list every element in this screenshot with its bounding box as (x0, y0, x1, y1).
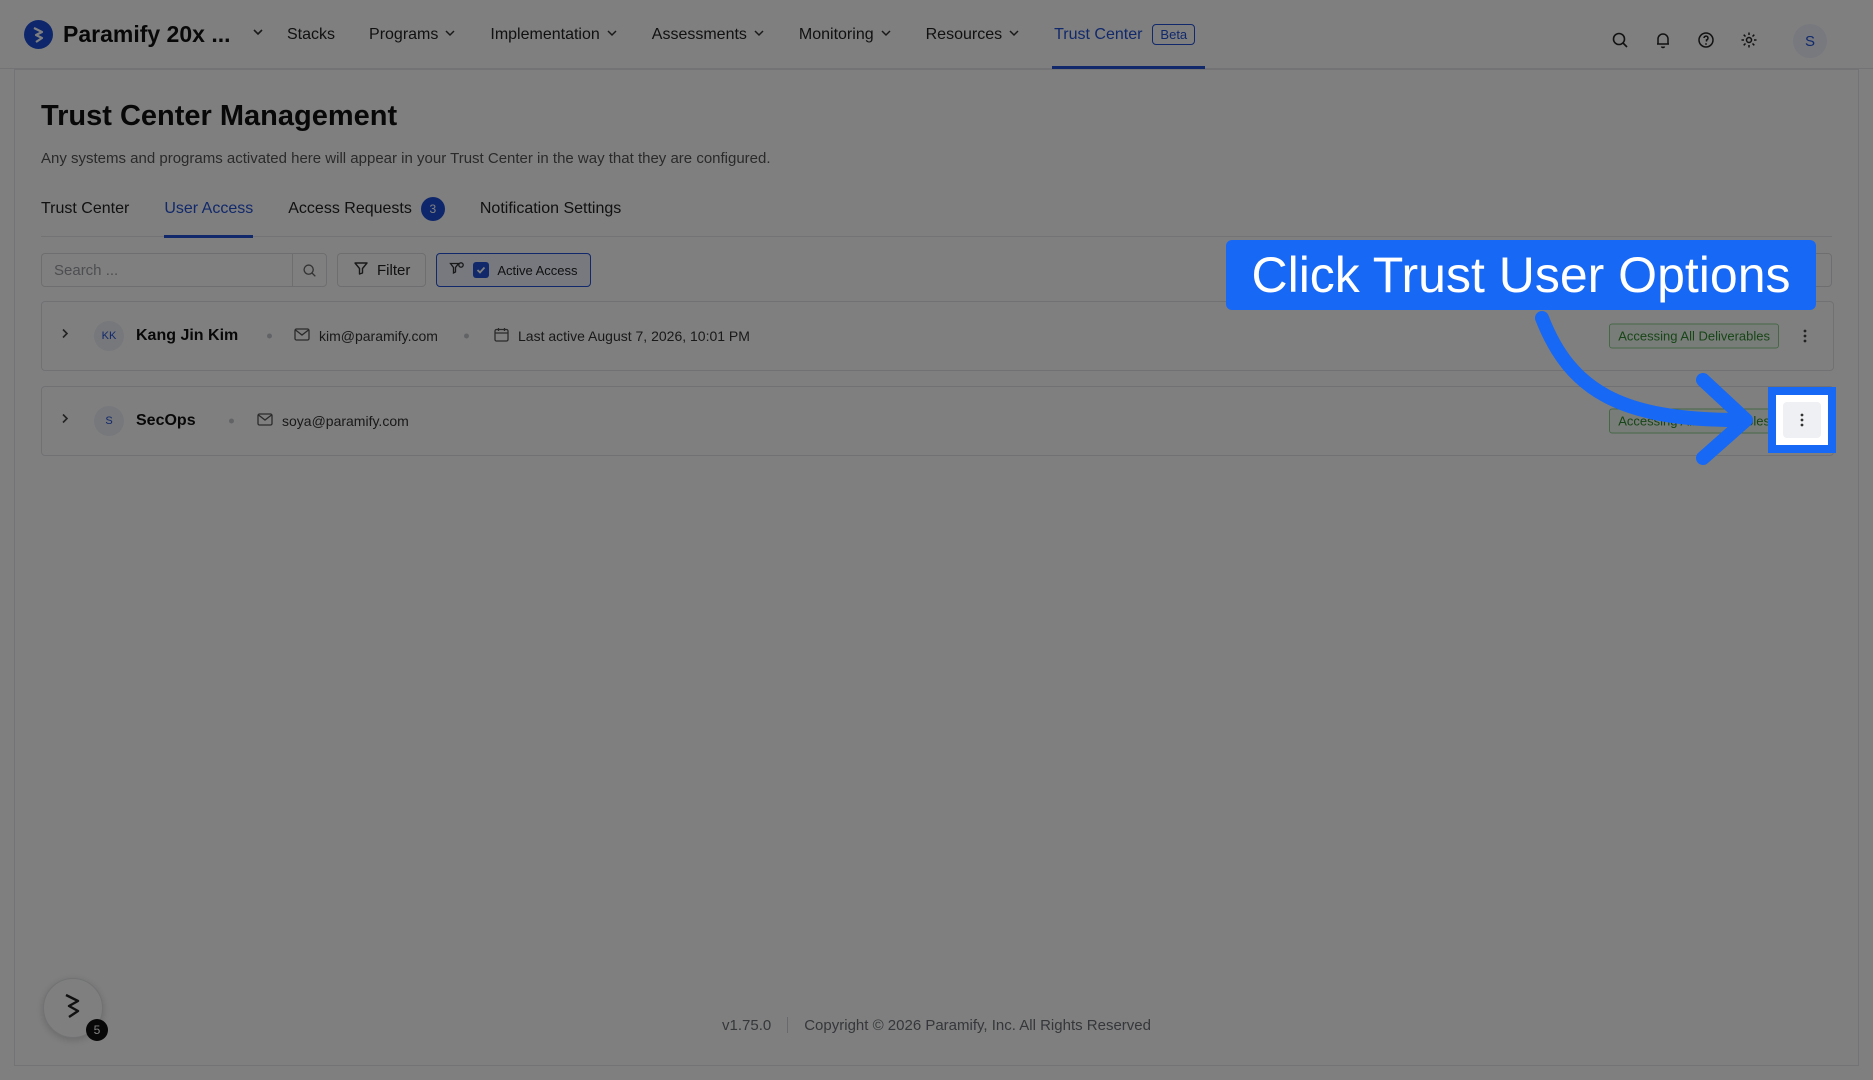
search-box (41, 253, 327, 287)
user-email: kim@paramify.com (294, 328, 438, 344)
chevron-down-icon (444, 26, 456, 44)
user-avatar[interactable]: S (1793, 24, 1827, 58)
page-content: Trust Center Management Any systems and … (14, 69, 1859, 1066)
last-active-text: Last active August 7, 2026, 10:01 PM (518, 328, 750, 344)
nav-programs[interactable]: Programs (369, 0, 456, 69)
last-active: Last active August 7, 2026, 10:01 PM (494, 327, 750, 345)
status-badge: Accessing All Deliverables (1609, 408, 1779, 434)
nav-resources[interactable]: Resources (926, 0, 1020, 69)
tab-label: Trust Center (41, 200, 130, 217)
request-count-badge: 3 (420, 197, 445, 221)
mail-icon (257, 413, 273, 429)
assistant-launcher[interactable]: 5 (43, 978, 108, 1041)
user-row[interactable]: S SecOps soya@paramify.com Accessing All… (41, 386, 1834, 456)
tab-user-access[interactable]: User Access (164, 200, 254, 238)
tab-label: Notification Settings (479, 200, 622, 217)
beta-badge: Beta (1152, 24, 1196, 45)
top-navigation: Paramify 20x ... Stacks Programs Impleme… (0, 0, 1873, 69)
nav-label: Monitoring (798, 25, 874, 43)
workspace-name: Paramify 20x ... (63, 21, 231, 47)
chevron-down-icon (753, 26, 765, 44)
tab-label: User Access (164, 200, 254, 217)
copyright: Copyright © 2026 Paramify, Inc. All Righ… (804, 1017, 1151, 1034)
separator-dot (229, 418, 234, 424)
nav-assessments[interactable]: Assessments (652, 0, 765, 69)
nav-label: Programs (369, 25, 439, 43)
paramify-logo-icon (62, 992, 84, 1025)
user-email: soya@paramify.com (257, 413, 409, 429)
nav-label: Implementation (490, 25, 600, 43)
tab-trust-center[interactable]: Trust Center (41, 200, 129, 237)
tutorial-callout: Click Trust User Options (1226, 240, 1816, 310)
tab-notification-settings[interactable]: Notification Settings (480, 200, 621, 237)
help-icon[interactable] (1695, 29, 1717, 51)
bell-icon[interactable] (1652, 29, 1674, 51)
nav-label: Assessments (651, 25, 747, 43)
chevron-down-icon (606, 26, 618, 44)
app-version: v1.75.0 (722, 1017, 772, 1034)
gear-icon[interactable] (1738, 29, 1760, 51)
active-access-checkbox[interactable] (473, 262, 490, 278)
page-subtitle: Any systems and programs activated here … (41, 150, 771, 167)
chevron-down-icon (1008, 26, 1020, 44)
search-icon[interactable] (292, 254, 326, 286)
filter-icon (353, 260, 369, 280)
user-row[interactable]: KK Kang Jin Kim kim@paramify.com Last ac… (41, 301, 1834, 371)
filter-button[interactable]: Filter (337, 253, 427, 287)
user-options-button[interactable] (1791, 322, 1819, 350)
workspace-switcher[interactable]: Paramify 20x ... (24, 20, 265, 49)
chevron-right-icon[interactable] (58, 327, 72, 346)
filter-label: Filter (377, 261, 411, 279)
nav-label: Stacks (287, 25, 336, 43)
nav-monitoring[interactable]: Monitoring (799, 0, 892, 69)
active-access-filter[interactable]: Active Access (436, 253, 591, 287)
notification-count-badge: 5 (86, 1019, 108, 1041)
separator-dot (267, 333, 272, 339)
filter-preset-icon (449, 261, 465, 280)
tab-bar: Trust Center User Access Access Requests… (41, 197, 1832, 238)
main-nav: Stacks Programs Implementation Assessmen… (287, 0, 1229, 69)
user-name: SecOps (136, 412, 196, 429)
more-vertical-icon (1783, 402, 1821, 438)
footer-divider (787, 1017, 789, 1033)
tab-access-requests[interactable]: Access Requests 3 (288, 197, 445, 237)
chevron-down-icon (251, 25, 265, 44)
nav-trust-center[interactable]: Trust Center Beta (1052, 0, 1206, 69)
user-name: Kang Jin Kim (136, 327, 239, 344)
nav-actions: S (1609, 22, 1827, 58)
highlighted-user-options-button[interactable] (1768, 387, 1836, 453)
nav-label: Trust Center (1054, 25, 1143, 43)
nav-stacks[interactable]: Stacks (287, 0, 335, 69)
page-footer: v1.75.0 Copyright © 2026 Paramify, Inc. … (15, 1017, 1858, 1034)
active-access-label: Active Access (497, 262, 578, 278)
nav-label: Resources (925, 25, 1003, 43)
mail-icon (294, 328, 310, 344)
user-avatar: KK (94, 321, 124, 351)
search-icon[interactable] (1609, 29, 1631, 51)
separator-dot (464, 333, 469, 339)
calendar-icon (494, 327, 509, 345)
email-text: kim@paramify.com (319, 328, 438, 344)
search-input[interactable] (42, 254, 292, 286)
chevron-down-icon (880, 26, 892, 44)
toolbar: Filter Active Access (41, 253, 591, 287)
paramify-logo (24, 20, 53, 49)
page-title: Trust Center Management (41, 100, 398, 132)
nav-implementation[interactable]: Implementation (490, 0, 617, 69)
user-avatar: S (94, 406, 124, 436)
tab-label: Access Requests (288, 200, 412, 217)
email-text: soya@paramify.com (282, 413, 409, 429)
status-badge: Accessing All Deliverables (1609, 323, 1779, 349)
chevron-right-icon[interactable] (58, 412, 72, 431)
